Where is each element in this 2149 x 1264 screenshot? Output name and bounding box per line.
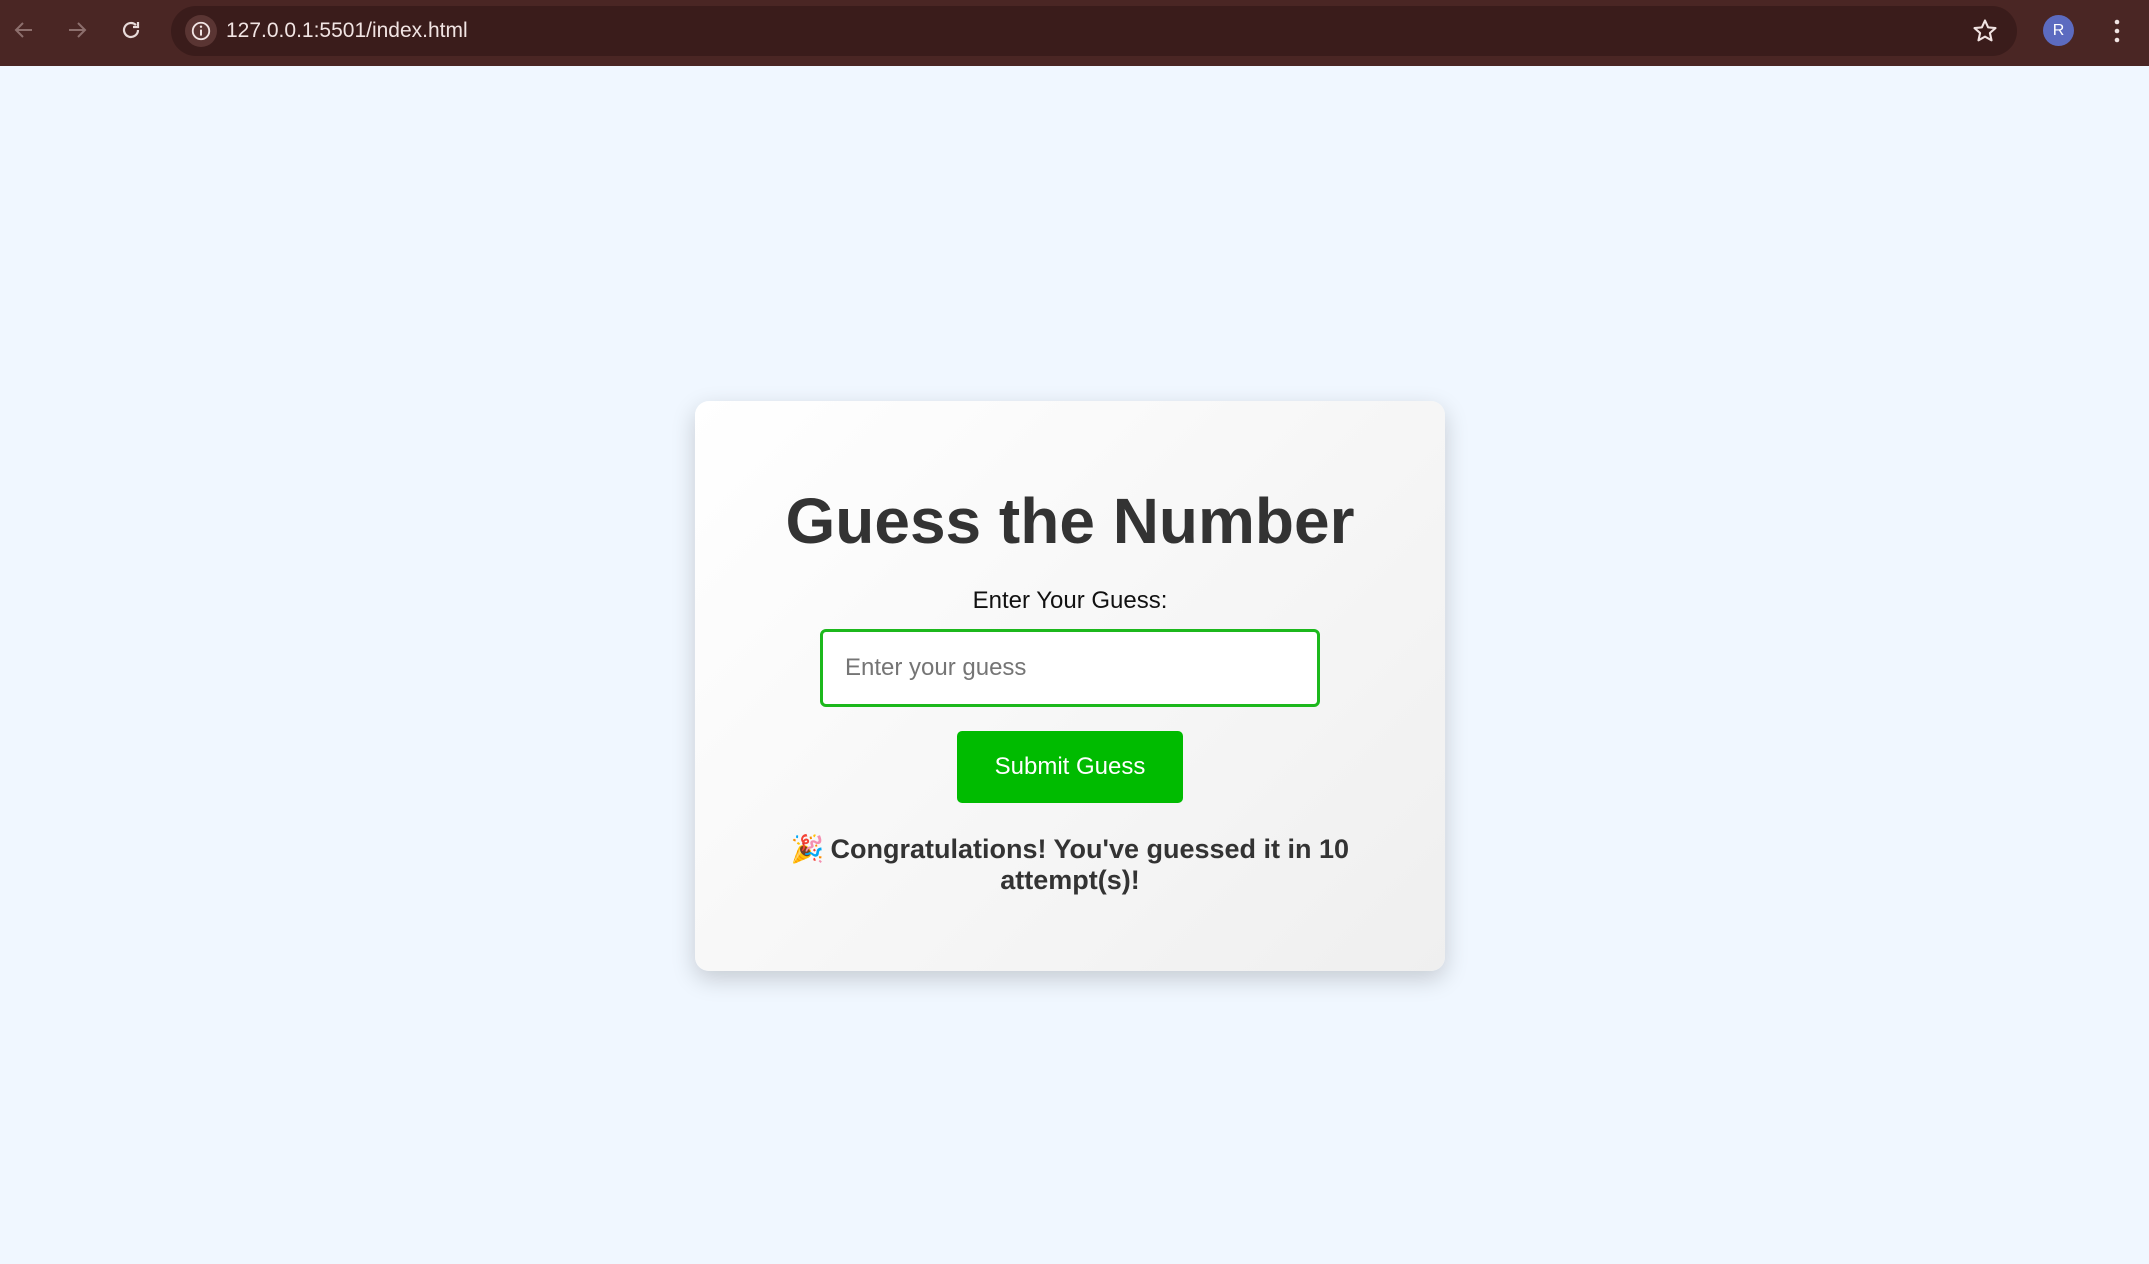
forward-button[interactable]	[58, 11, 96, 49]
result-message: 🎉 Congratulations! You've guessed it in 1…	[785, 834, 1355, 896]
arrow-right-icon	[69, 22, 87, 38]
reload-button[interactable]	[112, 11, 150, 49]
url-text[interactable]: 127.0.0.1:5501/index.html	[226, 6, 468, 56]
result-text: Congratulations! You've guessed it in 10…	[830, 834, 1350, 895]
arrow-left-icon	[14, 22, 32, 38]
site-info-button[interactable]	[185, 15, 217, 47]
back-button[interactable]	[5, 11, 43, 49]
address-bar[interactable]: 127.0.0.1:5501/index.html	[171, 6, 2017, 56]
party-popper-icon: 🎉	[790, 834, 825, 864]
reload-icon	[122, 21, 140, 39]
info-icon	[191, 21, 211, 41]
guess-input[interactable]	[820, 629, 1320, 707]
browser-toolbar: 127.0.0.1:5501/index.html R	[0, 0, 2149, 66]
star-icon[interactable]	[1971, 17, 1999, 45]
kebab-menu-icon[interactable]	[2105, 15, 2129, 47]
game-card: Guess the Number Enter Your Guess: Submi…	[695, 401, 1445, 971]
page-title: Guess the Number	[785, 485, 1355, 557]
submit-guess-button[interactable]: Submit Guess	[957, 731, 1183, 803]
guess-input-label: Enter Your Guess:	[972, 587, 1168, 614]
profile-avatar[interactable]: R	[2043, 15, 2074, 46]
